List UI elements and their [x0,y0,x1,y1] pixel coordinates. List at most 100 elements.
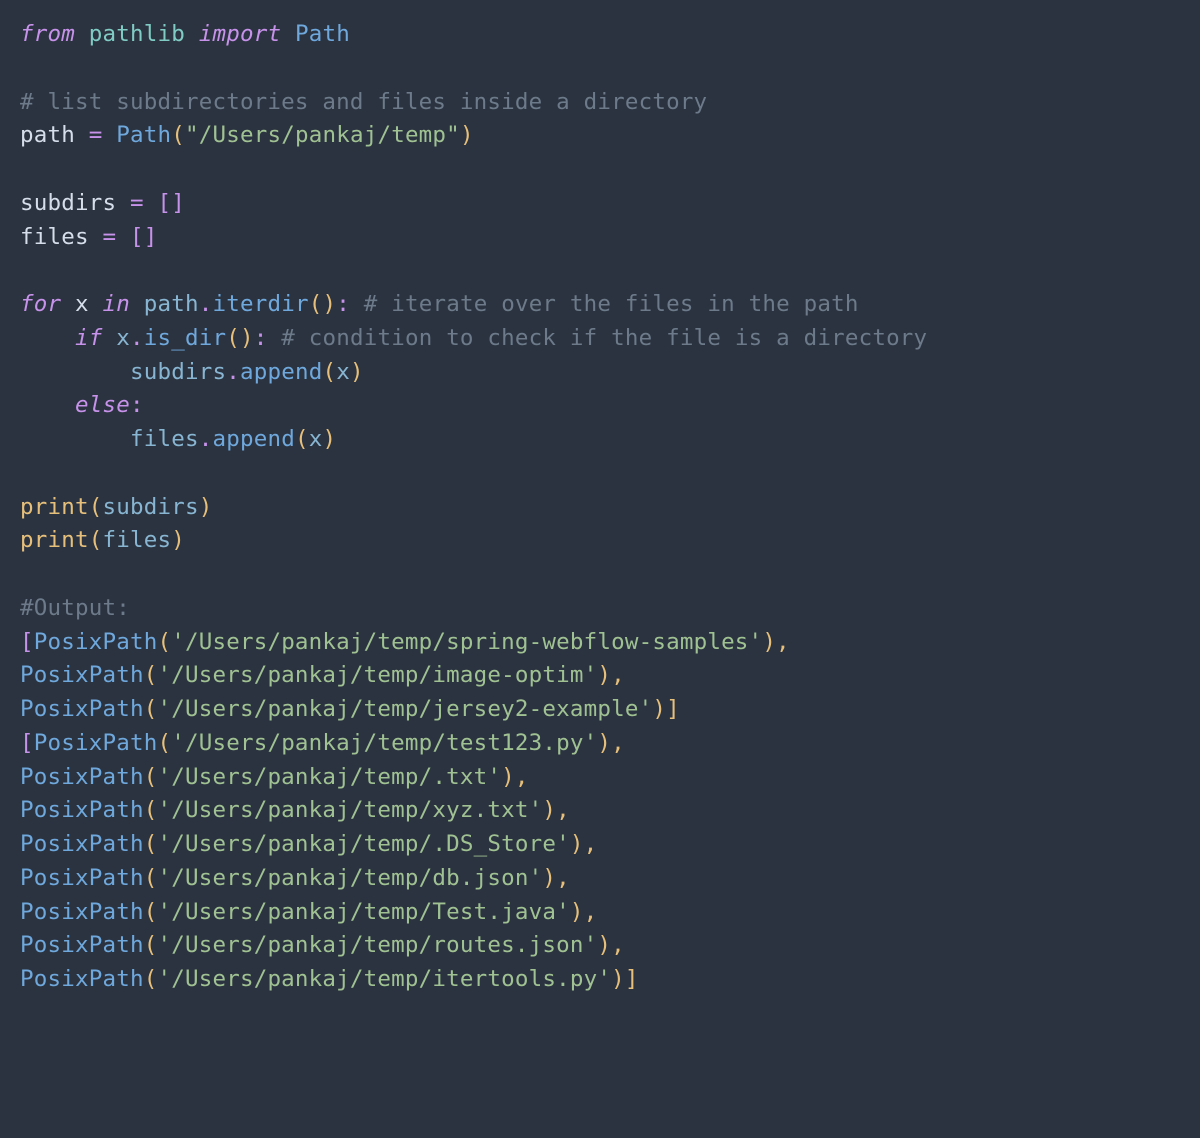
paren-open: ( [144,696,158,722]
paren-close: ) [171,527,185,553]
fn-is-dir: is_dir [144,325,226,351]
paren-close: ) [460,122,474,148]
comment-list: # list subdirectories and files inside a… [20,89,707,115]
bracket-open: [ [20,730,34,756]
output-subdir-1: '/Users/pankaj/temp/image-optim' [157,662,597,688]
parens: () [309,291,337,317]
paren-open: ( [157,730,171,756]
output-file-3: '/Users/pankaj/temp/.DS_Store' [157,831,569,857]
keyword-import: import [199,21,281,47]
paren-open: ( [144,865,158,891]
output-file-7: '/Users/pankaj/temp/itertools.py' [157,966,611,992]
paren-open: ( [89,527,103,553]
posixpath: PosixPath [20,797,144,823]
paren-open: ( [144,966,158,992]
paren-open: ( [144,831,158,857]
sep: ), [570,831,611,857]
sep: ), [597,730,638,756]
posixpath: PosixPath [20,899,144,925]
dot: . [199,426,213,452]
var-path: path [20,122,75,148]
comment-cond: # condition to check if the file is a di… [281,325,927,351]
code-block: from pathlib import Path # list subdirec… [0,0,1200,1015]
op-eq: = [89,122,103,148]
sep: ), [542,797,583,823]
keyword-in: in [103,291,131,317]
comment-output: #Output: [20,595,130,621]
sep: ), [542,865,583,891]
var-x: x [75,291,89,317]
paren-open: ( [144,899,158,925]
var-path-ref: path [144,291,199,317]
dot: . [199,291,213,317]
output-file-6: '/Users/pankaj/temp/routes.json' [157,932,597,958]
keyword-from: from [20,21,75,47]
colon: : [254,325,268,351]
fn-append: append [240,359,322,385]
paren-open: ( [144,662,158,688]
posixpath: PosixPath [20,865,144,891]
posixpath: PosixPath [34,730,158,756]
posixpath: PosixPath [34,629,158,655]
var-files: files [130,426,199,452]
var-x: x [116,325,130,351]
empty-list: [] [130,224,158,250]
colon: : [336,291,350,317]
sep: ), [597,662,638,688]
arg-x: x [309,426,323,452]
arg-files: files [102,527,171,553]
posixpath: PosixPath [20,966,144,992]
fn-iterdir: iterdir [213,291,309,317]
fn-print: print [20,527,89,553]
posixpath: PosixPath [20,932,144,958]
posixpath: PosixPath [20,764,144,790]
end: )] [611,966,639,992]
paren-close: ) [322,426,336,452]
fn-append: append [212,426,294,452]
bracket-open: [ [20,629,34,655]
paren-open: ( [144,932,158,958]
dot: . [130,325,144,351]
op-eq: = [130,190,144,216]
paren-open: ( [144,797,158,823]
paren-open: ( [144,764,158,790]
parens: () [226,325,254,351]
arg-subdirs: subdirs [102,494,198,520]
class-path-call: Path [116,122,171,148]
output-subdir-0: '/Users/pankaj/temp/spring-webflow-sampl… [171,629,762,655]
paren-open: ( [322,359,336,385]
sep: ), [597,932,638,958]
output-file-1: '/Users/pankaj/temp/.txt' [157,764,501,790]
sep: ), [570,899,611,925]
dot: . [226,359,240,385]
posixpath: PosixPath [20,696,144,722]
arg-x: x [336,359,350,385]
empty-list: [] [157,190,185,216]
paren-open: ( [171,122,185,148]
var-files: files [20,224,89,250]
paren-open: ( [89,494,103,520]
keyword-if: if [75,325,103,351]
class-path: Path [295,21,350,47]
var-subdirs: subdirs [20,190,116,216]
sep: ), [762,629,803,655]
op-eq: = [102,224,116,250]
keyword-for: for [20,291,61,317]
keyword-else: else [75,392,130,418]
paren-open: ( [295,426,309,452]
output-file-0: '/Users/pankaj/temp/test123.py' [171,730,597,756]
output-file-5: '/Users/pankaj/temp/Test.java' [157,899,569,925]
output-subdir-2: '/Users/pankaj/temp/jersey2-example' [157,696,652,722]
paren-close: ) [350,359,364,385]
paren-open: ( [157,629,171,655]
module-pathlib: pathlib [89,21,185,47]
output-file-2: '/Users/pankaj/temp/xyz.txt' [157,797,542,823]
sep: ), [501,764,542,790]
paren-close: ) [199,494,213,520]
comment-iter: # iterate over the files in the path [364,291,859,317]
fn-print: print [20,494,89,520]
output-file-4: '/Users/pankaj/temp/db.json' [157,865,542,891]
colon: : [130,392,144,418]
posixpath: PosixPath [20,831,144,857]
string-path: "/Users/pankaj/temp" [185,122,460,148]
